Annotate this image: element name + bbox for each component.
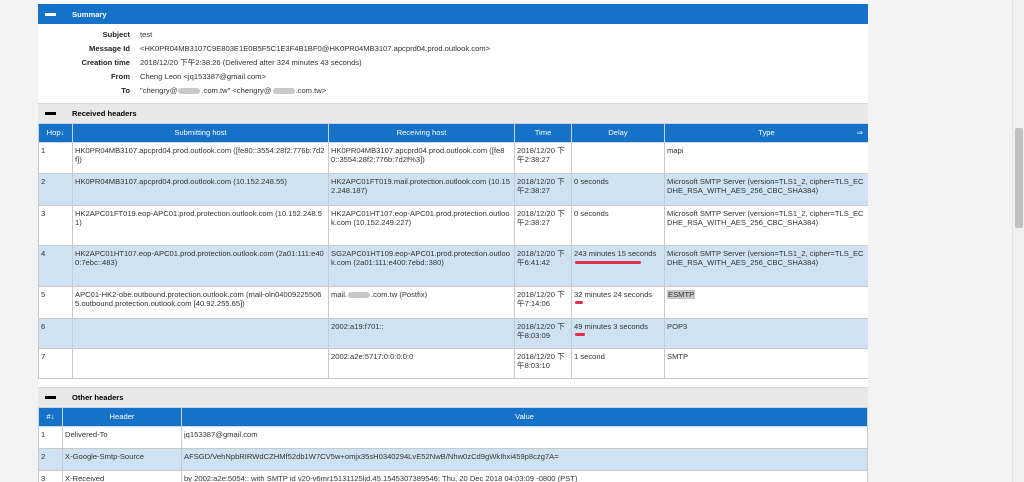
to-label: To: [121, 85, 130, 95]
message-id-value: <HK0PR04MB3107C9E803E1E0B5F5C1E3F4B1BF0@…: [140, 44, 491, 54]
col-value[interactable]: Value: [181, 406, 868, 427]
col-delay[interactable]: Delay: [571, 122, 665, 143]
creation-time-label: Creation time: [81, 57, 130, 67]
collapse-icon[interactable]: [45, 395, 56, 399]
other-headers-table: #↓ Header Value 1 Delivered-To jq153387@…: [38, 406, 868, 482]
table-row: 7 2002:a2e:5717:0:0:0:0:0 2018/12/20 下午8…: [38, 347, 868, 379]
delay-cell: 243 minutes 15 seconds: [571, 244, 665, 287]
table-row: 3 X-Received by 2002:a2e:5054:: with SMT…: [38, 469, 868, 482]
annotation-underline: [575, 300, 583, 304]
vertical-scrollbar[interactable]: [1012, 0, 1024, 482]
col-type[interactable]: Type ⇒: [664, 122, 868, 143]
received-headers-title: Received headers: [72, 108, 137, 118]
arrow-right-icon[interactable]: ⇒: [857, 128, 863, 137]
table-row: 5 APC01-HK2-obe.outbound.protection.outl…: [38, 285, 868, 319]
other-headers-section-header[interactable]: Other headers: [38, 386, 868, 407]
scrollbar-thumb[interactable]: [1015, 128, 1023, 228]
received-headers-section-header[interactable]: Received headers: [38, 102, 868, 123]
delay-cell: 32 minutes 24 seconds: [571, 285, 665, 319]
table-row: 4 HK2APC01HT107.eop-APC01.prod.protectio…: [38, 244, 868, 287]
redacted-blur: [178, 87, 201, 94]
message-id-label: Message Id: [89, 44, 130, 54]
col-header[interactable]: Header: [62, 406, 182, 427]
redacted-blur: [348, 291, 371, 298]
other-headers-title: Other headers: [72, 392, 124, 402]
col-number[interactable]: #↓: [38, 406, 63, 427]
table-row: 1 Delivered-To jq153387@gmail.com: [38, 425, 868, 449]
table-row: 6 2002:a19:f701:: 2018/12/20 下午8:03:09 4…: [38, 317, 868, 349]
received-headers-table: Hop↓ Submitting host Receiving host Time…: [38, 122, 868, 379]
col-submitting-host[interactable]: Submitting host: [72, 122, 329, 143]
table-row: 2 HK0PR04MB3107.apcprd04.prod.outlook.co…: [38, 172, 868, 206]
delay-cell: 49 minutes 3 seconds: [571, 317, 665, 349]
to-value: "chengry@ .com.tw" <chengry@ .com.tw>: [140, 85, 327, 95]
collapse-icon[interactable]: [45, 12, 56, 16]
summary-section-header[interactable]: Summary: [38, 4, 868, 24]
creation-time-value: 2018/12/20 下午2:38:26 (Delivered after 32…: [140, 57, 362, 67]
table-row: 3 HK2APC01FT019.eop-APC01.prod.protectio…: [38, 204, 868, 246]
summary-title: Summary: [72, 9, 107, 19]
col-receiving-host[interactable]: Receiving host: [328, 122, 515, 143]
content-area: Summary Subject test Message Id <HK0PR04MB…: [38, 0, 868, 482]
annotation-underline: [575, 260, 641, 264]
summary-panel: Subject test Message Id <HK0PR04MB3107C9E8…: [38, 24, 868, 103]
annotation-underline: [575, 332, 585, 336]
from-label: From: [111, 71, 130, 81]
subject-value: test: [140, 30, 153, 40]
table-row: 1 HK0PR04MB3107.apcprd04.prod.outlook.co…: [38, 141, 868, 174]
subject-label: Subject: [102, 30, 130, 40]
col-hop[interactable]: Hop↓: [38, 122, 73, 143]
table-row: 2 X-Google-Smtp-Source AFSGD/VehNpbRIRWd…: [38, 447, 868, 471]
table-header-row: #↓ Header Value: [38, 406, 868, 427]
table-header-row: Hop↓ Submitting host Receiving host Time…: [38, 122, 868, 143]
from-value: Cheng Leon <jq153387@gmail.com>: [140, 71, 266, 81]
col-time[interactable]: Time: [514, 122, 572, 143]
redacted-blur: [272, 87, 295, 94]
collapse-icon[interactable]: [45, 111, 56, 115]
